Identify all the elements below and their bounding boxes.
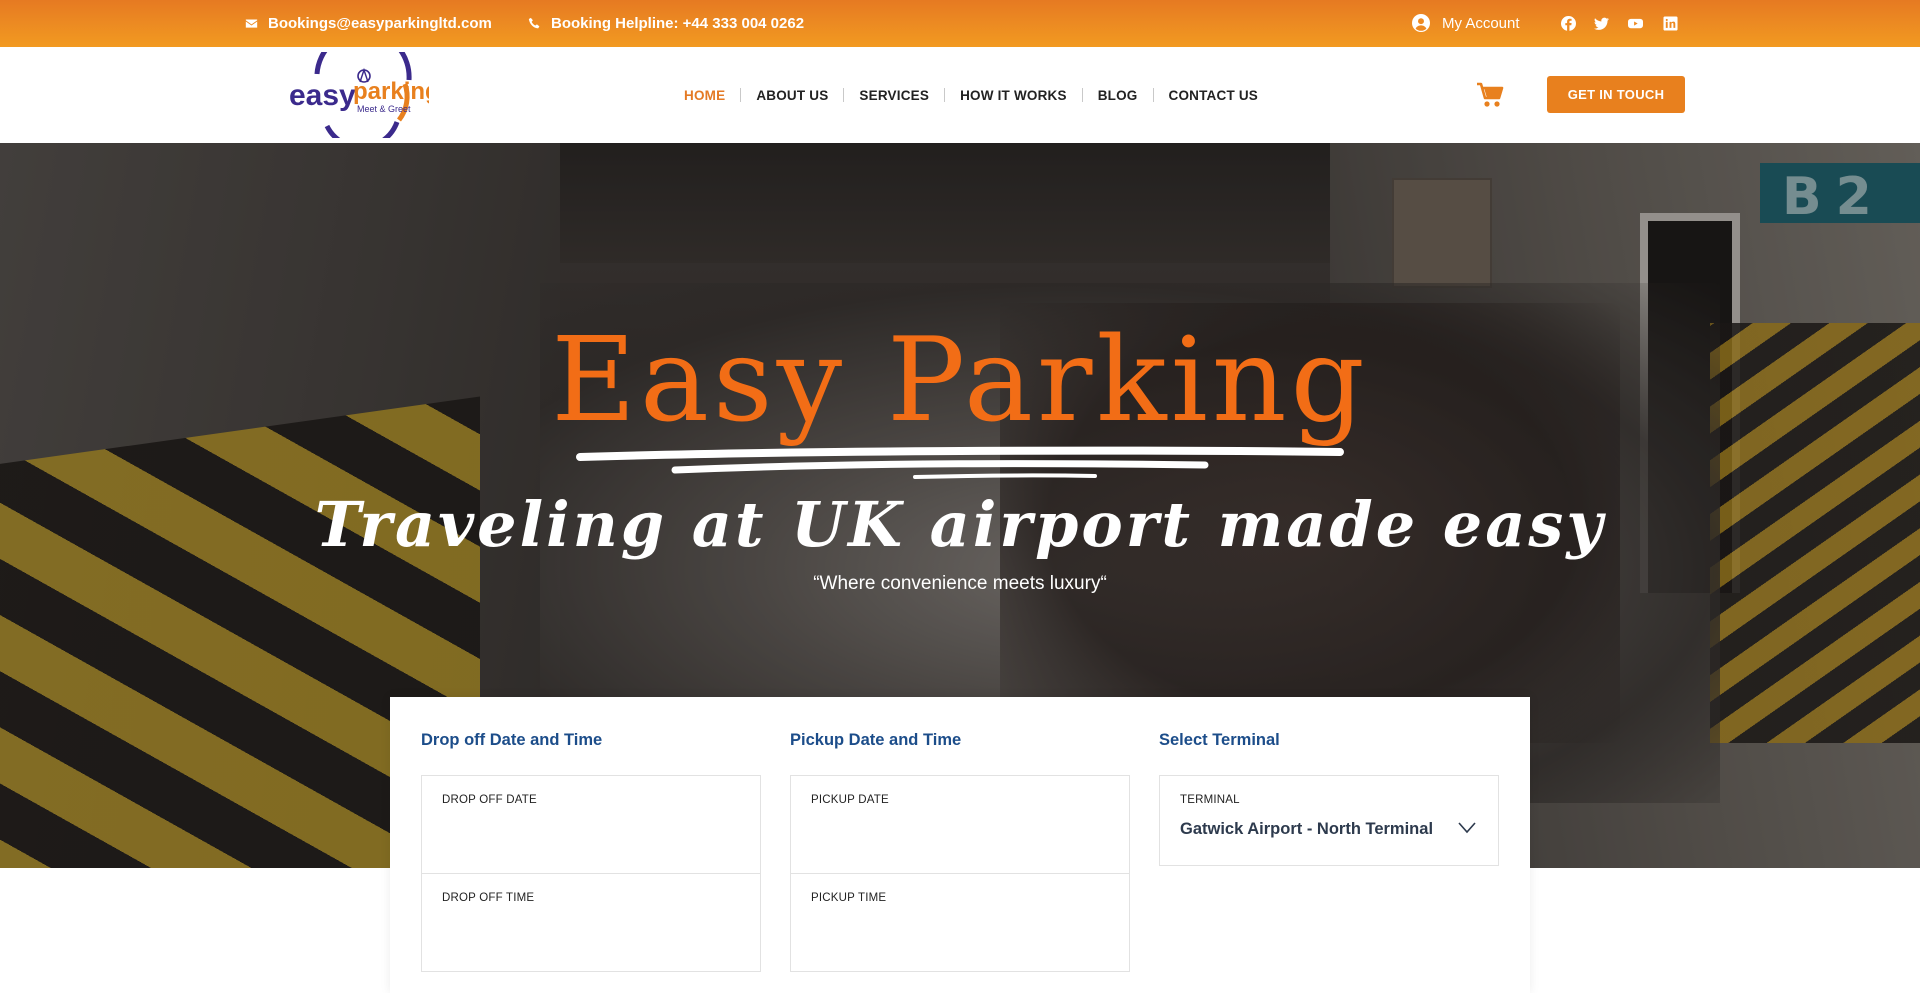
pickup-heading: Pickup Date and Time [790,731,962,749]
nav-how-it-works[interactable]: HOW IT WORKS [960,88,1067,103]
svg-text:easy: easy [289,79,356,112]
easy-parking-logo[interactable]: easy parking Meet & Greet [287,52,429,138]
dropoff-heading: Drop off Date and Time [421,731,603,749]
nav-about-us[interactable]: ABOUT US [756,88,828,103]
dropoff-date-label: DROP OFF DATE [442,794,537,806]
helpline-link[interactable]: Booking Helpline: +44 333 004 0262 [528,0,804,46]
nav-services[interactable]: SERVICES [859,88,929,103]
terminal-heading: Select Terminal [1159,731,1280,749]
pickup-date-label: PICKUP DATE [811,794,889,806]
nav-divider [1152,88,1154,102]
phone-icon [528,17,540,28]
nav-contact-us[interactable]: CONTACT US [1169,88,1259,103]
dropoff-time-label: DROP OFF TIME [442,892,535,904]
my-account-link[interactable]: My Account [1412,0,1520,46]
nav-home[interactable]: HOME [684,88,725,103]
site-header: easy parking Meet & Greet HOME ABOUT US … [0,47,1920,143]
cart-icon[interactable] [1476,82,1504,108]
my-account-label: My Account [1442,14,1520,32]
twitter-icon[interactable] [1593,15,1609,31]
dropoff-time-field[interactable]: DROP OFF TIME [421,873,761,972]
email-link[interactable]: Bookings@easyparkingltd.com [245,0,492,46]
hero-quote: “Where convenience meets luxury“ [813,573,1107,594]
pickup-time-label: PICKUP TIME [811,892,887,904]
pickup-date-field[interactable]: PICKUP DATE [790,775,1130,874]
nav-divider [1081,88,1083,102]
linkedin-icon[interactable] [1662,15,1678,31]
terminal-selected-value: Gatwick Airport - North Terminal [1180,820,1434,838]
youtube-icon[interactable] [1627,15,1643,31]
nav-blog[interactable]: BLOG [1098,88,1138,103]
envelope-icon [245,18,258,28]
nav-divider [944,88,946,102]
user-circle-icon [1412,14,1430,32]
hero-subtitle: Traveling at UK airport made easy [314,488,1606,561]
hero-title: Easy Parking [551,313,1369,448]
svg-text:parking: parking [353,78,429,105]
top-bar: Bookings@easyparkingltd.com Booking Help… [0,0,1920,47]
svg-text:Meet & Greet: Meet & Greet [357,104,411,114]
main-nav: HOME ABOUT US SERVICES HOW IT WORKS BLOG… [684,47,1258,143]
dropoff-date-field[interactable]: DROP OFF DATE [421,775,761,874]
booking-form: Drop off Date and Time DROP OFF DATE DRO… [390,697,1530,993]
email-text: Bookings@easyparkingltd.com [268,14,492,32]
get-in-touch-button[interactable]: GET IN TOUCH [1547,76,1685,113]
terminal-label: TERMINAL [1180,794,1240,806]
hero-title-underline [576,446,1344,479]
nav-divider [740,88,742,102]
nav-divider [843,88,845,102]
chevron-down-icon [1458,822,1476,834]
helpline-text: Booking Helpline: +44 333 004 0262 [551,14,805,32]
terminal-select[interactable]: TERMINAL Gatwick Airport - North Termina… [1159,775,1499,866]
facebook-icon[interactable] [1560,15,1576,31]
pickup-time-field[interactable]: PICKUP TIME [790,873,1130,972]
